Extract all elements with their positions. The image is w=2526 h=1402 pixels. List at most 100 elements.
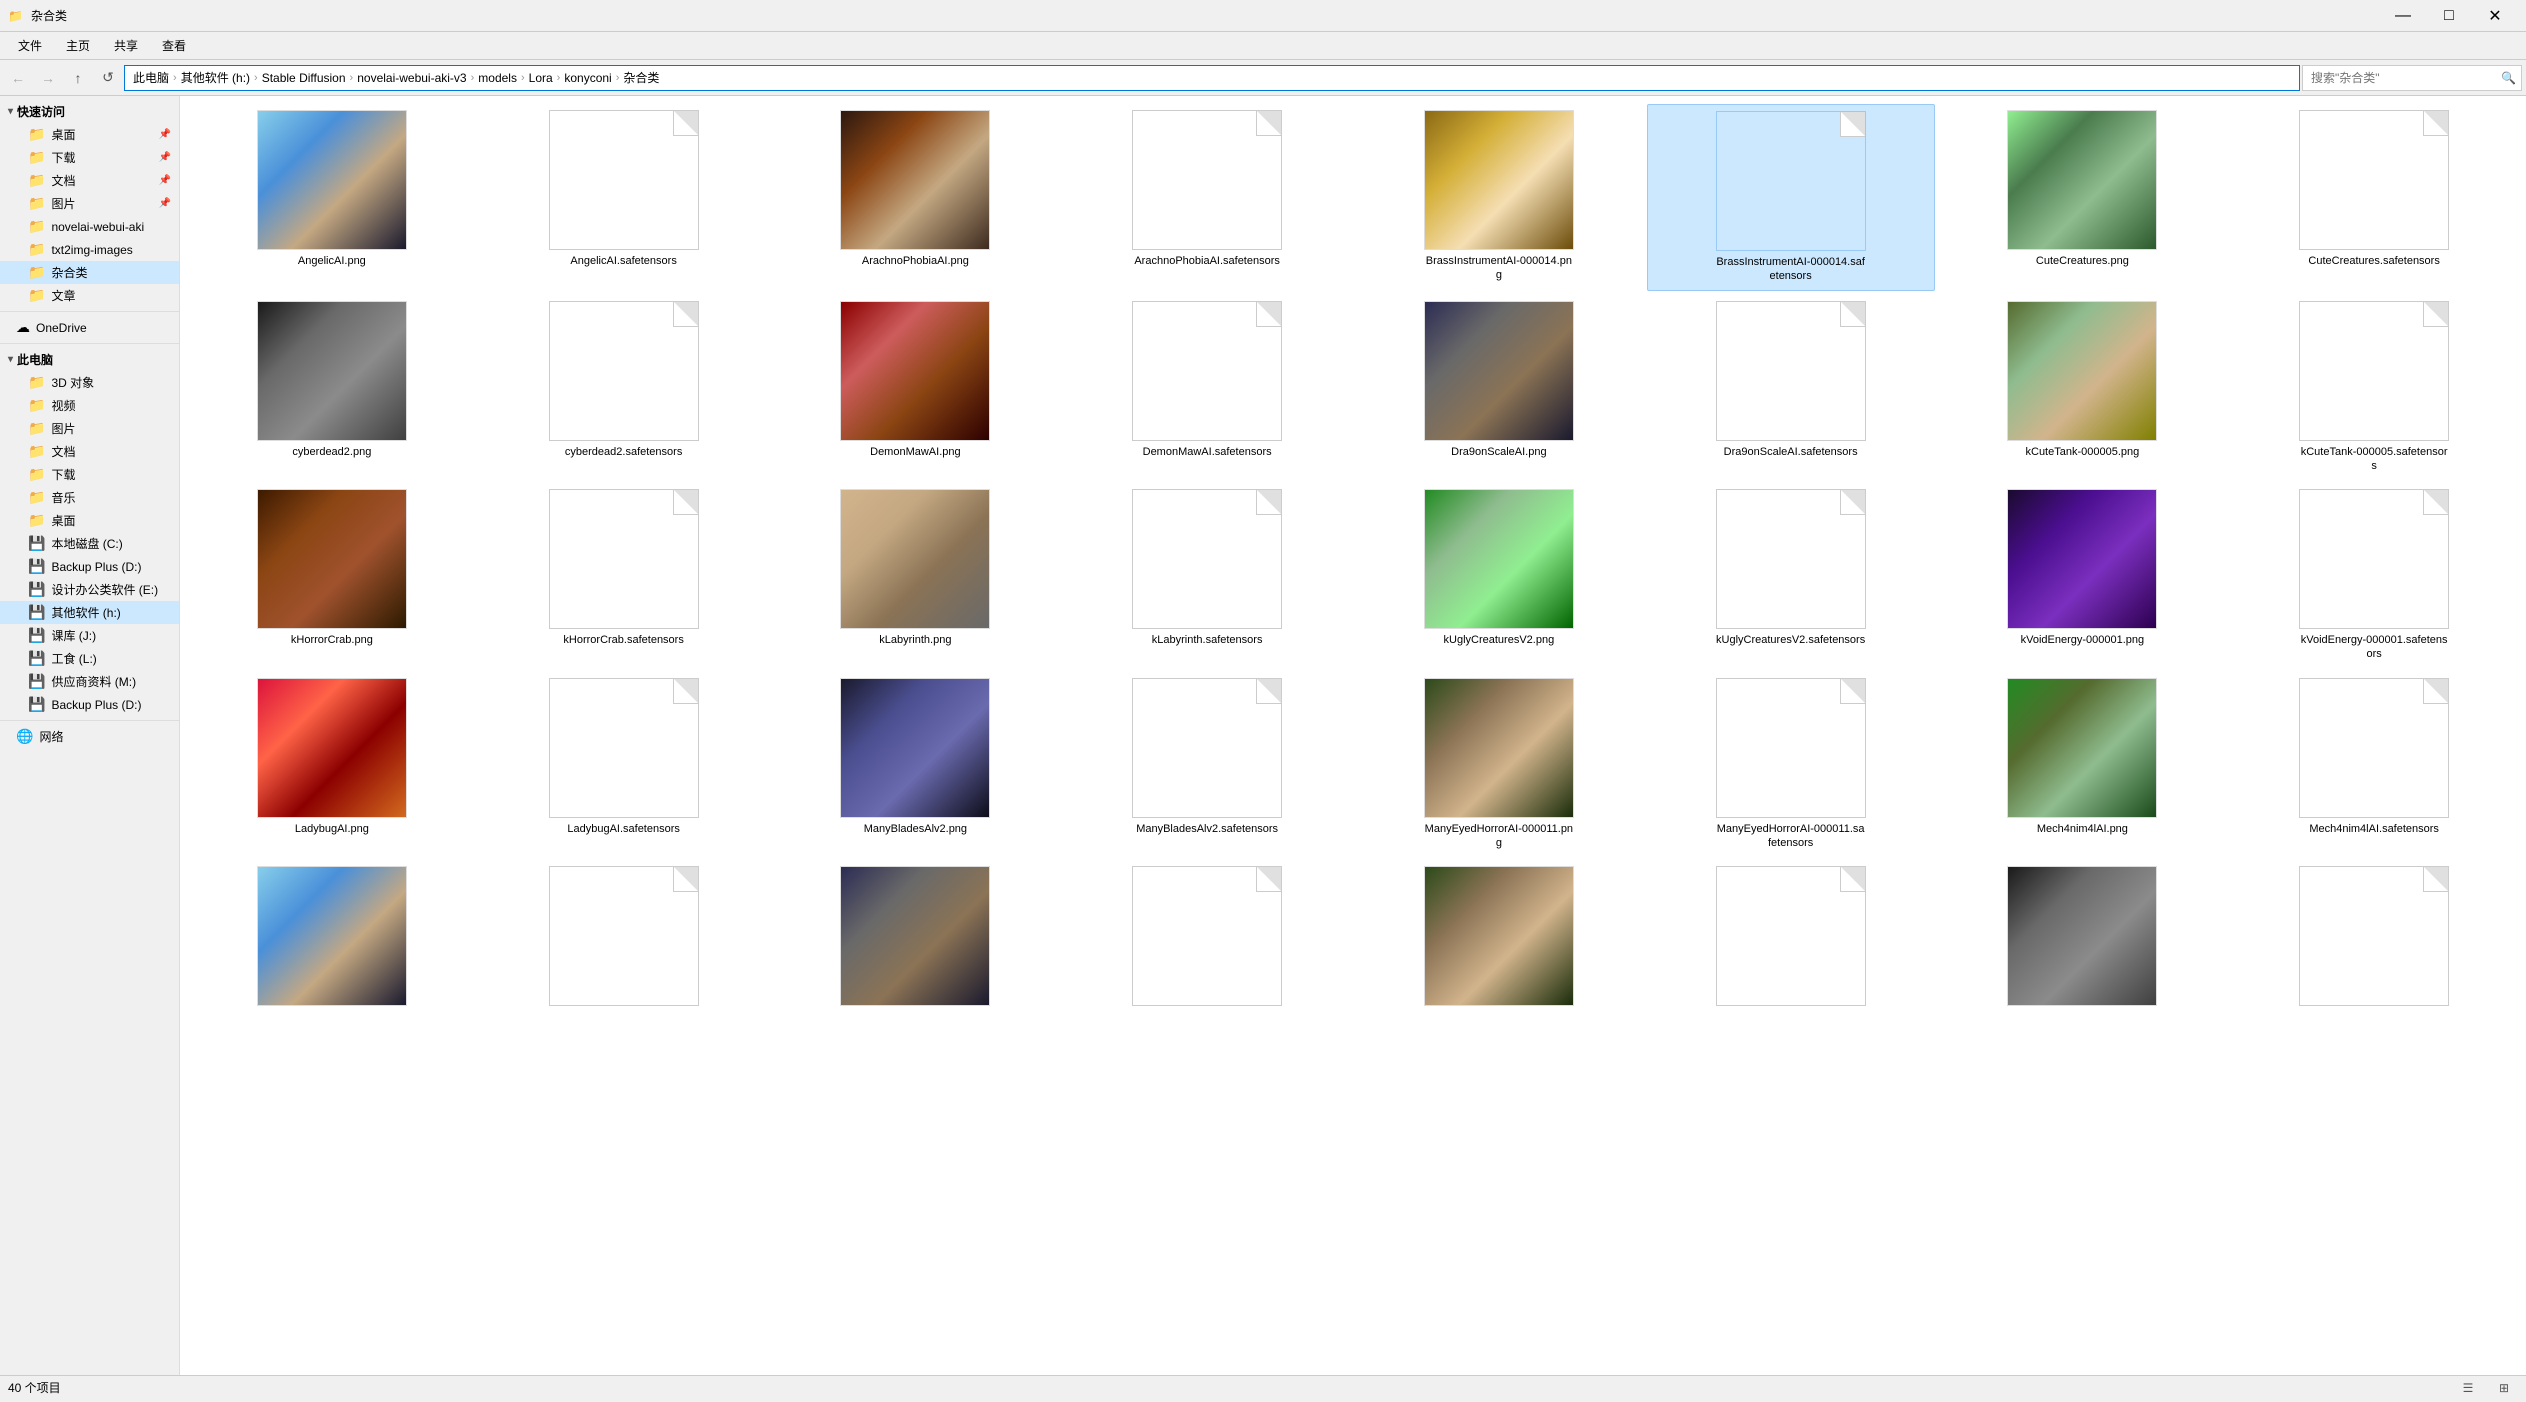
file-item[interactable] (480, 860, 768, 1016)
sidebar-item-zaheli[interactable]: 📁 杂合类 (0, 261, 179, 284)
file-name: kVoidEnergy-000001.png (2021, 633, 2145, 647)
file-item[interactable] (1063, 860, 1351, 1016)
file-item[interactable]: DemonMawAI.safetensors (1063, 295, 1351, 480)
file-item[interactable]: kLabyrinth.png (772, 483, 1060, 668)
sidebar-item-label: Backup Plus (D:) (51, 698, 141, 712)
forward-button[interactable]: → (34, 64, 62, 92)
addr-models[interactable]: models (478, 71, 517, 85)
up-button[interactable]: ↑ (64, 64, 92, 92)
file-item[interactable]: DemonMawAI.png (772, 295, 1060, 480)
addr-konyconi[interactable]: konyconi (564, 71, 611, 85)
sidebar-item-documents[interactable]: 📁 文档 📌 (0, 169, 179, 192)
file-item[interactable]: kVoidEnergy-000001.png (1939, 483, 2227, 668)
sidebar-item-music[interactable]: 📁 音乐 (0, 486, 179, 509)
file-item[interactable]: cyberdead2.png (188, 295, 476, 480)
file-item[interactable]: BrassInstrumentAI-000014.safetensors (1647, 104, 1935, 291)
sidebar-item-downloads[interactable]: 📁 下载 📌 (0, 146, 179, 169)
file-item[interactable]: kVoidEnergy-000001.safetensors (2230, 483, 2518, 668)
file-name: ManyEyedHorrorAI-000011.png (1424, 822, 1574, 851)
file-item[interactable]: kCuteTank-000005.png (1939, 295, 2227, 480)
sidebar-item-3dobjects[interactable]: 📁 3D 对象 (0, 371, 179, 394)
address-bar[interactable]: 此电脑 › 其他软件 (h:) › Stable Diffusion › nov… (124, 65, 2300, 91)
file-item[interactable]: Mech4nim4lAI.safetensors (2230, 672, 2518, 857)
minimize-button[interactable]: — (2380, 0, 2426, 32)
ribbon-tab-view[interactable]: 查看 (152, 33, 196, 58)
file-item[interactable] (2230, 860, 2518, 1016)
ribbon-tab-file[interactable]: 文件 (8, 33, 52, 58)
file-thumbnail (1424, 301, 1574, 441)
sidebar-item-pics[interactable]: 📁 图片 (0, 417, 179, 440)
close-button[interactable]: ✕ (2472, 0, 2518, 32)
refresh-button[interactable]: ↺ (94, 64, 122, 92)
ribbon-tab-share[interactable]: 共享 (104, 33, 148, 58)
file-item[interactable]: LadybugAI.safetensors (480, 672, 768, 857)
sidebar-item-dsk[interactable]: 📁 桌面 (0, 509, 179, 532)
icon-view-button[interactable]: ⊞ (2490, 1374, 2518, 1402)
sidebar-item-onedrive[interactable]: ☁ OneDrive (0, 316, 179, 339)
sidebar-item-pictures[interactable]: 📁 图片 📌 (0, 192, 179, 215)
file-item[interactable]: Dra9onScaleAI.png (1355, 295, 1643, 480)
file-item[interactable]: CuteCreatures.png (1939, 104, 2227, 291)
sidebar-item-j[interactable]: 💾 课库 (J:) (0, 624, 179, 647)
sidebar-item-wenzhang[interactable]: 📁 文章 (0, 284, 179, 307)
sidebar-item-l[interactable]: 💾 工食 (L:) (0, 647, 179, 670)
file-item[interactable] (1647, 860, 1935, 1016)
file-item[interactable] (772, 860, 1060, 1016)
file-item[interactable]: BrassInstrumentAI-000014.png (1355, 104, 1643, 291)
sidebar-group-quickaccess[interactable]: ▾ 快速访问 (0, 100, 179, 123)
sidebar-item-network[interactable]: 🌐 网络 (0, 725, 179, 748)
file-item[interactable]: AngelicAI.safetensors (480, 104, 768, 291)
sidebar-item-h[interactable]: 💾 其他软件 (h:) (0, 601, 179, 624)
file-thumbnail-blank (2299, 866, 2449, 1006)
file-item[interactable]: kCuteTank-000005.safetensors (2230, 295, 2518, 480)
sidebar-item-m[interactable]: 💾 供应商资料 (M:) (0, 670, 179, 693)
addr-thispc[interactable]: 此电脑 (133, 69, 169, 86)
sidebar-item-novelai[interactable]: 📁 novelai-webui-aki (0, 215, 179, 238)
sidebar-item-docs[interactable]: 📁 文档 (0, 440, 179, 463)
file-item[interactable] (1355, 860, 1643, 1016)
file-item[interactable] (188, 860, 476, 1016)
sidebar-item-videos[interactable]: 📁 视频 (0, 394, 179, 417)
file-item[interactable]: ManyBladesAlv2.safetensors (1063, 672, 1351, 857)
addr-webui[interactable]: novelai-webui-aki-v3 (357, 71, 466, 85)
addr-sd[interactable]: Stable Diffusion (262, 71, 346, 85)
sidebar-item-txt2img[interactable]: 📁 txt2img-images (0, 238, 179, 261)
file-item[interactable]: kHorrorCrab.png (188, 483, 476, 668)
search-input[interactable] (2302, 65, 2522, 91)
file-item[interactable]: Dra9onScaleAI.safetensors (1647, 295, 1935, 480)
file-item[interactable]: AngelicAI.png (188, 104, 476, 291)
search-container: 🔍 (2302, 65, 2522, 91)
file-name: ManyBladesAlv2.png (864, 822, 967, 836)
file-thumbnail (257, 678, 407, 818)
file-item[interactable] (1939, 860, 2227, 1016)
search-icon: 🔍 (2501, 71, 2516, 85)
file-item[interactable]: ManyEyedHorrorAI-000011.safetensors (1647, 672, 1935, 857)
ribbon-tab-home[interactable]: 主页 (56, 33, 100, 58)
file-item[interactable]: cyberdead2.safetensors (480, 295, 768, 480)
sidebar-item-desktop[interactable]: 📁 桌面 📌 (0, 123, 179, 146)
file-item[interactable]: kHorrorCrab.safetensors (480, 483, 768, 668)
file-item[interactable]: LadybugAI.png (188, 672, 476, 857)
sidebar-item-dl[interactable]: 📁 下载 (0, 463, 179, 486)
addr-current[interactable]: 杂合类 (623, 69, 659, 86)
back-button[interactable]: ← (4, 64, 32, 92)
sidebar-item-d1[interactable]: 💾 Backup Plus (D:) (0, 555, 179, 578)
sidebar-item-d2[interactable]: 💾 Backup Plus (D:) (0, 693, 179, 716)
file-item[interactable]: ManyEyedHorrorAI-000011.png (1355, 672, 1643, 857)
file-item[interactable]: kUglyCreaturesV2.png (1355, 483, 1643, 668)
addr-lora[interactable]: Lora (529, 71, 553, 85)
sidebar-item-c[interactable]: 💾 本地磁盘 (C:) (0, 532, 179, 555)
sidebar-group-thispc[interactable]: ▾ 此电脑 (0, 348, 179, 371)
file-item[interactable]: kUglyCreaturesV2.safetensors (1647, 483, 1935, 668)
file-item[interactable]: kLabyrinth.safetensors (1063, 483, 1351, 668)
folder-icon: 📁 (28, 397, 45, 414)
file-item[interactable]: ManyBladesAlv2.png (772, 672, 1060, 857)
sidebar-item-e[interactable]: 💾 设计办公类软件 (E:) (0, 578, 179, 601)
addr-drive[interactable]: 其他软件 (h:) (181, 69, 250, 86)
file-item[interactable]: CuteCreatures.safetensors (2230, 104, 2518, 291)
file-item[interactable]: Mech4nim4lAI.png (1939, 672, 2227, 857)
file-item[interactable]: ArachnoPhobiaAI.png (772, 104, 1060, 291)
file-item[interactable]: ArachnoPhobiaAI.safetensors (1063, 104, 1351, 291)
maximize-button[interactable]: □ (2426, 0, 2472, 32)
detail-view-button[interactable]: ☰ (2454, 1374, 2482, 1402)
